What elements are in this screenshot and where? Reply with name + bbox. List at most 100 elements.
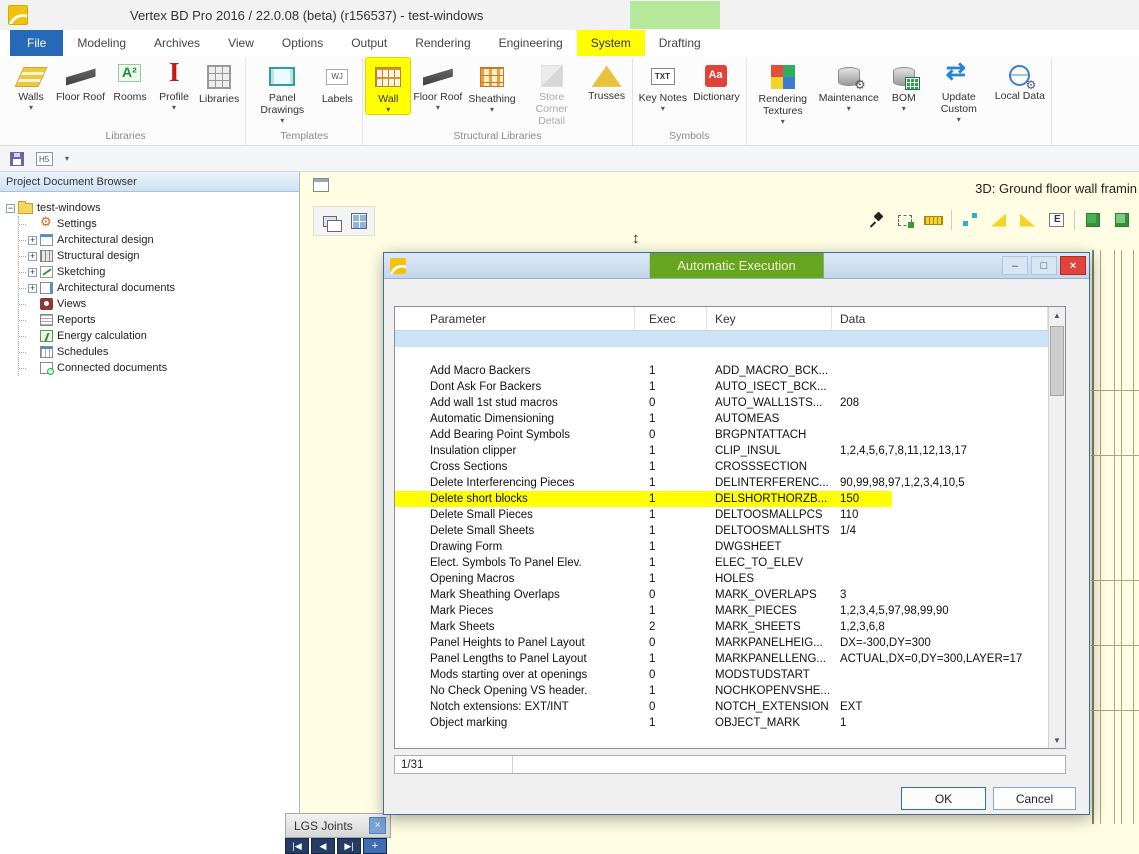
previous-button[interactable]: ◀: [311, 838, 335, 854]
tab-drafting[interactable]: Drafting: [645, 30, 715, 56]
ribbon-button-walls[interactable]: Walls▾: [9, 58, 53, 112]
param-row-no-check-opening-vs-header[interactable]: No Check Opening VS header.1NOCHKOPENVSH…: [395, 683, 1048, 699]
green-cube2-button[interactable]: [1107, 207, 1136, 233]
tree-item-reports[interactable]: Reports: [19, 312, 299, 328]
ribbon-button-store-corner-detail[interactable]: Store Corner Detail: [519, 58, 585, 128]
ribbon-button-trusses[interactable]: Trusses: [585, 58, 629, 104]
chevron-down-icon[interactable]: ▾: [65, 154, 69, 163]
param-row-delete-small-pieces[interactable]: Delete Small Pieces1DELTOOSMALLPCS110: [395, 507, 1048, 523]
ribbon-button-libraries[interactable]: Libraries: [196, 58, 242, 107]
ribbon-button-panel-drawings[interactable]: Panel Drawings▾: [249, 58, 315, 125]
tree-item-architectural-documents[interactable]: +Architectural documents: [19, 280, 299, 296]
param-row-panel-lengths-to-panel-layout[interactable]: Panel Lengths to Panel Layout1MARKPANELL…: [395, 651, 1048, 667]
ribbon-button-local-data[interactable]: Local Data: [992, 58, 1048, 104]
ribbon-button-maintenance[interactable]: Maintenance▾: [816, 58, 882, 113]
collapse-icon[interactable]: −: [6, 204, 15, 213]
next-button[interactable]: ▶|: [337, 838, 361, 854]
param-row-add-bearing-point-symbols[interactable]: Add Bearing Point Symbols0BRGPNTATTACH: [395, 427, 1048, 443]
ok-button[interactable]: OK: [901, 787, 986, 810]
lgs-joints-panel[interactable]: LGS Joints ×: [285, 813, 391, 838]
param-row-mark-sheets[interactable]: Mark Sheets2MARK_SHEETS1,2,3,6,8: [395, 619, 1048, 635]
param-row-mark-pieces[interactable]: Mark Pieces1MARK_PIECES1,2,3,4,5,97,98,9…: [395, 603, 1048, 619]
ribbon-button-update-custom[interactable]: Update Custom▾: [926, 58, 992, 124]
tab-engineering[interactable]: Engineering: [485, 30, 577, 56]
ribbon-button-bom[interactable]: BOM▾: [882, 58, 926, 113]
expand-icon[interactable]: +: [28, 236, 37, 245]
column-header-data[interactable]: Data: [832, 307, 1048, 330]
add-button[interactable]: +: [363, 838, 387, 854]
column-header-parameter[interactable]: Parameter: [395, 307, 635, 330]
ribbon-button-dictionary[interactable]: Dictionary: [690, 58, 743, 105]
dimension-tool-icon[interactable]: [36, 152, 53, 166]
save-icon[interactable]: [10, 152, 24, 166]
tab-modeling[interactable]: Modeling: [63, 30, 140, 56]
tab-output[interactable]: Output: [337, 30, 401, 56]
tree-item-views[interactable]: Views: [19, 296, 299, 312]
ruler-button[interactable]: [919, 207, 948, 233]
tab-view[interactable]: View: [214, 30, 268, 56]
ribbon-button-key-notes[interactable]: Key Notes▾: [636, 58, 690, 113]
ribbon-button-rooms[interactable]: Rooms: [108, 58, 152, 105]
ribbon-button-wall[interactable]: Wall▾: [366, 58, 410, 114]
param-row-delete-interferencing-pieces[interactable]: Delete Interferencing Pieces1DELINTERFER…: [395, 475, 1048, 491]
param-row-cross-sections[interactable]: Cross Sections1CROSSSECTION: [395, 459, 1048, 475]
ribbon-button-labels[interactable]: Labels: [315, 58, 359, 107]
tree-item-energy-calculation[interactable]: Energy calculation: [19, 328, 299, 344]
param-row-mark-sheathing-overlaps[interactable]: Mark Sheathing Overlaps0MARK_OVERLAPS3: [395, 587, 1048, 603]
close-icon[interactable]: ×: [369, 817, 386, 834]
maximize-button[interactable]: □: [1031, 256, 1057, 275]
expand-icon[interactable]: +: [28, 268, 37, 277]
copy-view-button[interactable]: [315, 208, 344, 234]
snap-perp-button[interactable]: [1013, 207, 1042, 233]
pin-button[interactable]: [861, 207, 890, 233]
param-row-panel-heights-to-panel-layout[interactable]: Panel Heights to Panel Layout0MARKPANELH…: [395, 635, 1048, 651]
param-row-mods-starting-over-at-openings[interactable]: Mods starting over at openings0MODSTUDST…: [395, 667, 1048, 683]
column-header-key[interactable]: Key: [707, 307, 832, 330]
vertical-scrollbar[interactable]: ▲ ▼: [1048, 307, 1065, 748]
scrollbar-thumb[interactable]: [1050, 326, 1064, 396]
minimize-button[interactable]: –: [1002, 256, 1028, 275]
param-row-dont-ask-for-backers[interactable]: Dont Ask For Backers1AUTO_ISECT_BCK...: [395, 379, 1048, 395]
ribbon-button-floor-roof[interactable]: Floor Roof: [53, 58, 108, 105]
param-row-automatic-dimensioning[interactable]: Automatic Dimensioning1AUTOMEAS: [395, 411, 1048, 427]
param-row[interactable]: [395, 347, 1048, 363]
ribbon-button-rendering-textures[interactable]: Rendering Textures▾: [750, 58, 816, 126]
param-row-add-wall-1st-stud-macros[interactable]: Add wall 1st stud macros0AUTO_WALL1STS..…: [395, 395, 1048, 411]
ribbon-button-sheathing[interactable]: Sheathing▾: [465, 58, 518, 114]
column-header-exec[interactable]: Exec: [635, 307, 707, 330]
expand-icon[interactable]: +: [28, 252, 37, 261]
view-window-icon[interactable]: [313, 178, 329, 192]
tab-archives[interactable]: Archives: [140, 30, 214, 56]
tab-rendering[interactable]: Rendering: [401, 30, 484, 56]
scroll-down-icon[interactable]: ▼: [1049, 732, 1065, 748]
param-row-notch-extensions-ext-int[interactable]: Notch extensions: EXT/INT0NOTCH_EXTENSIO…: [395, 699, 1048, 715]
close-button[interactable]: ×: [1060, 256, 1086, 275]
param-row-delete-short-blocks[interactable]: Delete short blocks1DELSHORTHORZB...150: [395, 491, 1048, 507]
tree-item-connected-documents[interactable]: Connected documents: [19, 360, 299, 376]
param-row-object-marking[interactable]: Object marking1OBJECT_MARK1: [395, 715, 1048, 731]
tree-item-settings[interactable]: Settings: [19, 216, 299, 232]
tree-item-sketching[interactable]: +Sketching: [19, 264, 299, 280]
param-row-elect-symbols-to-panel-elev[interactable]: Elect. Symbols To Panel Elev.1ELEC_TO_EL…: [395, 555, 1048, 571]
scroll-up-icon[interactable]: ▲: [1049, 307, 1065, 323]
param-row[interactable]: [395, 331, 1048, 347]
param-row-opening-macros[interactable]: Opening Macros1HOLES: [395, 571, 1048, 587]
grid-view-button[interactable]: [344, 208, 373, 234]
param-row-drawing-form[interactable]: Drawing Form1DWGSHEET: [395, 539, 1048, 555]
expand-icon[interactable]: +: [28, 284, 37, 293]
tree-item-schedules[interactable]: Schedules: [19, 344, 299, 360]
ribbon-button-floor-roof[interactable]: Floor Roof▾: [410, 58, 465, 112]
snap-node-button[interactable]: [955, 207, 984, 233]
first-button[interactable]: |◀: [285, 838, 309, 854]
param-row-insulation-clipper[interactable]: Insulation clipper1CLIP_INSUL1,2,4,5,6,7…: [395, 443, 1048, 459]
dialog-title-bar[interactable]: Automatic Execution – □ ×: [384, 253, 1089, 279]
snap-angle-button[interactable]: [984, 207, 1013, 233]
ribbon-button-profile[interactable]: Profile▾: [152, 58, 196, 112]
tree-item-structural-design[interactable]: +Structural design: [19, 248, 299, 264]
param-row-delete-small-sheets[interactable]: Delete Small Sheets1DELTOOSMALLSHTS1/4: [395, 523, 1048, 539]
elevation-button[interactable]: [1042, 207, 1071, 233]
tab-system[interactable]: System: [577, 30, 645, 56]
green-cube-button[interactable]: [1078, 207, 1107, 233]
fit-region-button[interactable]: [890, 207, 919, 233]
tab-file[interactable]: File: [10, 30, 63, 56]
